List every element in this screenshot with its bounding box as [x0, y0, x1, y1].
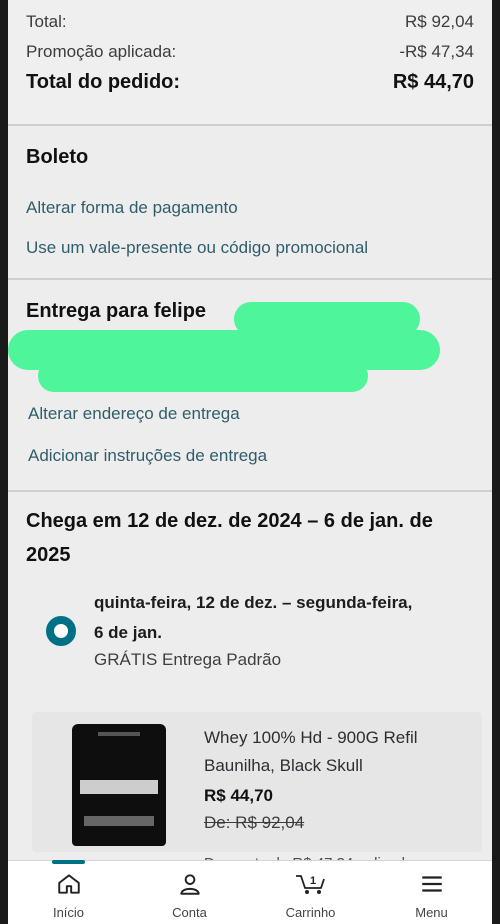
- promo-value: -R$ 47,34: [399, 42, 474, 61]
- delivery-section: Chega em 12 de dez. de 2024 – 6 de jan. …: [8, 492, 492, 872]
- payment-section: Boleto Alterar forma de pagamento Use um…: [8, 126, 492, 280]
- change-payment-link[interactable]: Alterar forma de pagamento: [26, 196, 474, 220]
- home-icon: [57, 874, 80, 894]
- delivery-option-shipping: GRÁTIS Entrega Padrão: [94, 650, 282, 669]
- checkout-screen: Total: R$ 92,04 Promoção aplicada: -R$ 4…: [8, 0, 492, 924]
- order-total-value: R$ 44,70: [392, 71, 474, 93]
- total-row: Total: R$ 92,04: [26, 10, 474, 34]
- promo-label: Promoção aplicada:: [26, 42, 177, 61]
- arrival-estimate: Chega em 12 de dez. de 2024 – 6 de jan. …: [26, 510, 433, 566]
- total-value: R$ 92,04: [405, 12, 474, 31]
- order-total-row: Total do pedido: R$ 44,70: [26, 70, 474, 94]
- shipping-section: Entrega para felipe Alterar endereço de …: [8, 280, 492, 492]
- product-name[interactable]: Whey 100% Hd - 900G Refil Baunilha, Blac…: [204, 724, 464, 780]
- order-summary: Total: R$ 92,04 Promoção aplicada: -R$ 4…: [8, 0, 492, 126]
- nav-menu[interactable]: Menu: [371, 861, 492, 924]
- nav-home[interactable]: Início: [8, 860, 129, 924]
- user-icon: [179, 874, 200, 895]
- product-old-price: De: R$ 92,04: [204, 813, 305, 832]
- nav-cart-label: Carrinho: [285, 905, 336, 920]
- nav-cart[interactable]: 1 Carrinho: [250, 861, 371, 924]
- hamburger-icon: [421, 876, 442, 892]
- radio-selected-icon[interactable]: [46, 616, 76, 646]
- total-label: Total:: [26, 12, 67, 31]
- delivery-option-date: quinta-feira, 12 de dez. – segunda-feira…: [94, 593, 413, 642]
- nav-account[interactable]: Conta: [129, 861, 250, 924]
- cart-count: 1: [309, 875, 315, 887]
- product-image[interactable]: [72, 724, 166, 846]
- order-total-label: Total do pedido:: [26, 71, 181, 93]
- gift-code-link[interactable]: Use um vale-presente ou código promocion…: [26, 236, 474, 260]
- redaction-mark: [38, 360, 368, 392]
- product-card[interactable]: Whey 100% Hd - 900G Refil Baunilha, Blac…: [32, 712, 482, 872]
- product-price: R$ 44,70: [204, 786, 273, 805]
- delivery-option[interactable]: quinta-feira, 12 de dez. – segunda-feira…: [26, 588, 474, 672]
- cart-icon: 1: [295, 875, 325, 894]
- change-address-link[interactable]: Alterar endereço de entrega: [28, 402, 267, 426]
- promo-row: Promoção aplicada: -R$ 47,34: [26, 40, 474, 64]
- payment-method-title: Boleto: [26, 146, 89, 168]
- nav-home-label: Início: [52, 905, 85, 920]
- bottom-nav: Início Conta 1 Carrinho Menu: [8, 860, 492, 924]
- nav-menu-label: Menu: [415, 905, 448, 920]
- nav-account-label: Conta: [172, 905, 207, 920]
- add-instructions-link[interactable]: Adicionar instruções de entrega: [28, 444, 267, 468]
